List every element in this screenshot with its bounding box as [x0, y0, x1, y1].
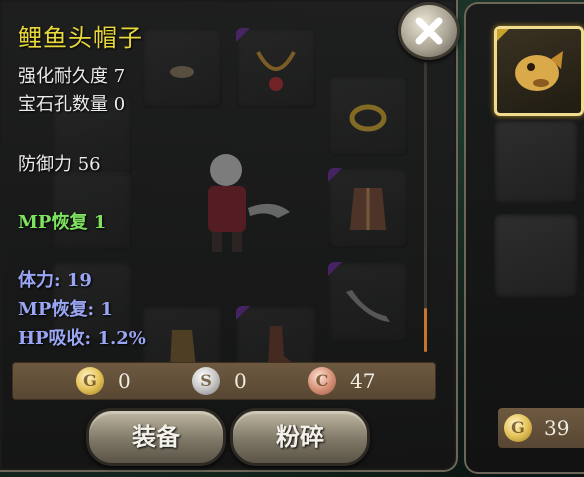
player-gold-coin-icon: G — [504, 414, 532, 442]
sell-price-bar: G 0 S 0 C 47 — [12, 362, 436, 400]
gold-coin-icon: G — [76, 367, 104, 395]
inventory-slot-selected[interactable] — [494, 26, 584, 116]
smash-button[interactable]: 粉碎 — [230, 408, 370, 466]
item-name: 鲤鱼头帽子 — [18, 24, 143, 52]
player-gold-display: G 39 — [498, 408, 584, 448]
item-tooltip: 鲤鱼头帽子 强化耐久度 7 宝石孔数量 0 防御力 56 MP恢复 1 体力: … — [0, 0, 420, 360]
mp-regen-stat: MP恢复: 1 — [18, 299, 113, 320]
smash-button-label: 粉碎 — [276, 422, 324, 451]
item-tooltip-panel: 鲤鱼头帽子 强化耐久度 7 宝石孔数量 0 防御力 56 MP恢复 1 体力: … — [0, 0, 458, 472]
equip-button-label: 装备 — [132, 422, 180, 451]
inventory-slot-3[interactable] — [494, 214, 578, 298]
durability-stat: 强化耐久度 7 — [18, 66, 126, 87]
equip-button[interactable]: 装备 — [86, 408, 226, 466]
carp-head-hat-icon — [515, 51, 563, 91]
copper-amount: 47 — [350, 369, 376, 393]
stamina-stat: 体力: 19 — [18, 270, 92, 291]
defense-stat: 防御力 56 — [18, 154, 101, 175]
bonus-mp-regen-stat: MP恢复 1 — [18, 212, 107, 233]
copper-coin-icon: C — [308, 367, 336, 395]
scrollbar-thumb[interactable] — [424, 308, 427, 352]
hp-absorb-stat: HP吸收: 1.2% — [18, 328, 146, 349]
close-x-icon — [415, 17, 443, 45]
close-button[interactable] — [398, 2, 460, 60]
gem-slots-stat: 宝石孔数量 0 — [18, 94, 126, 115]
silver-amount: 0 — [234, 369, 247, 393]
tooltip-scrollbar[interactable] — [424, 62, 427, 352]
player-gold-amount: 39 — [544, 416, 570, 440]
gold-amount: 0 — [118, 369, 131, 393]
silver-coin-icon: S — [192, 367, 220, 395]
inventory-slot-2[interactable] — [494, 120, 578, 204]
